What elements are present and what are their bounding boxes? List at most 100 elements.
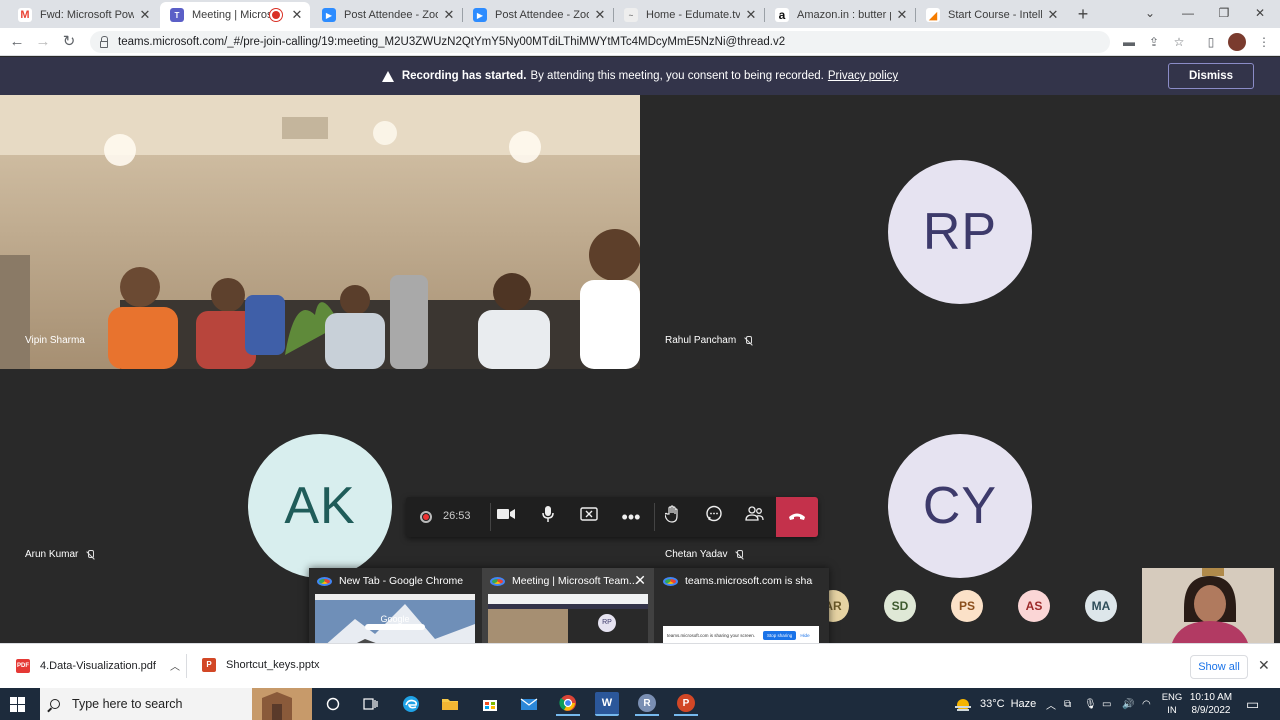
preview-close-icon[interactable]: ✕ bbox=[634, 572, 646, 589]
powerpoint-icon[interactable]: P bbox=[674, 692, 698, 716]
side-panel-icon[interactable]: ▯ bbox=[1203, 34, 1219, 50]
language-indicator[interactable]: ENG IN bbox=[1160, 691, 1184, 717]
battery-icon[interactable]: ▭ bbox=[1102, 688, 1111, 720]
forward-arrow-icon[interactable]: → bbox=[34, 33, 52, 51]
tab-close-icon[interactable]: ✕ bbox=[744, 7, 758, 23]
download-item-shortcut-keys[interactable]: P Shortcut_keys.pptx bbox=[202, 658, 320, 672]
muted-mic-icon bbox=[744, 335, 753, 346]
microsoft-store-icon[interactable] bbox=[478, 692, 502, 716]
muted-mic-icon bbox=[735, 549, 744, 560]
stop-sharing-thumb: Stop sharing bbox=[763, 630, 797, 640]
camera-icon bbox=[497, 509, 515, 519]
call-controls-bar: 26:53 ••• bbox=[406, 497, 818, 537]
chrome-icon bbox=[663, 576, 678, 586]
browser-tab-intellipaat[interactable]: ◢ Start Course - Intellipa ✕ bbox=[916, 2, 1066, 28]
downloads-bar: PDF 4.Data-Visualization.pdf ︿ P Shortcu… bbox=[0, 643, 1280, 688]
banner-bold-text: Recording has started. bbox=[401, 70, 527, 82]
tab-title: Post Attendee - Zoom bbox=[344, 9, 438, 21]
back-arrow-icon[interactable]: ← bbox=[8, 33, 26, 51]
restore-icon[interactable]: ❐ bbox=[1204, 0, 1244, 28]
participant-avatar-ma[interactable]: MA bbox=[1085, 590, 1117, 622]
browser-tab-gmail[interactable]: M Fwd: Microsoft Power P ✕ bbox=[8, 2, 158, 28]
avatar-initials: AS bbox=[1025, 599, 1043, 613]
lock-icon bbox=[100, 35, 108, 48]
dismiss-button[interactable]: Dismiss bbox=[1168, 63, 1254, 89]
windows-taskbar: Type here to search W R P 33°C Haze ︿ ⧉ … bbox=[0, 688, 1280, 720]
participant-avatar-as-2[interactable]: AS bbox=[1018, 590, 1050, 622]
participant-name-text: Rahul Pancham bbox=[665, 335, 737, 346]
raise-hand-button[interactable] bbox=[661, 505, 685, 529]
file-explorer-icon[interactable] bbox=[438, 692, 462, 716]
tab-close-icon[interactable]: ✕ bbox=[138, 7, 152, 23]
tab-title: Fwd: Microsoft Power P bbox=[40, 9, 134, 21]
meet-now-icon[interactable]: ⧉ bbox=[1064, 688, 1071, 720]
show-all-button[interactable]: Show all bbox=[1190, 655, 1248, 679]
network-icon[interactable]: ◠ bbox=[1142, 688, 1151, 720]
profile-avatar[interactable] bbox=[1228, 33, 1246, 51]
browser-tab-amazon[interactable]: a Amazon.in : butter pap ✕ bbox=[765, 2, 915, 28]
download-item-data-visualization[interactable]: PDF 4.Data-Visualization.pdf ︿ bbox=[16, 658, 180, 673]
remote-desktop-icon[interactable]: R bbox=[635, 692, 659, 716]
chevron-up-icon[interactable]: ︿ bbox=[170, 658, 180, 673]
participant-avatar-sd[interactable]: SD bbox=[884, 590, 916, 622]
edge-browser-icon[interactable] bbox=[399, 692, 423, 716]
call-timer: 26:53 bbox=[443, 510, 471, 522]
tab-search-chevron-icon[interactable]: ⌄ bbox=[1130, 0, 1170, 28]
address-bar[interactable]: teams.microsoft.com/_#/pre-join-calling/… bbox=[90, 31, 1110, 53]
share-icon[interactable]: ⇪ bbox=[1146, 34, 1162, 50]
tab-close-icon[interactable]: ✕ bbox=[593, 7, 607, 23]
edumate-icon: ~ bbox=[624, 8, 638, 22]
camera-in-use-icon[interactable]: ▬ bbox=[1121, 34, 1137, 50]
leave-call-button[interactable] bbox=[776, 497, 818, 537]
more-actions-icon[interactable]: ••• bbox=[619, 505, 643, 529]
recording-indicator-icon bbox=[272, 11, 280, 19]
bookmark-star-icon[interactable]: ☆ bbox=[1171, 34, 1187, 50]
tab-close-icon[interactable]: ✕ bbox=[442, 7, 456, 23]
notifications-icon[interactable]: ▭ bbox=[1246, 688, 1259, 720]
browser-tab-zoom-1[interactable]: ▶ Post Attendee - Zoom ✕ bbox=[312, 2, 462, 28]
participant-avatar-ps[interactable]: PS bbox=[951, 590, 983, 622]
video-tile-rahul-pancham[interactable]: RP Rahul Pancham bbox=[640, 95, 1280, 369]
close-downloads-icon[interactable]: ✕ bbox=[1258, 657, 1270, 674]
cortana-circle-icon[interactable] bbox=[321, 692, 345, 716]
taskbar-search-box[interactable]: Type here to search bbox=[40, 688, 312, 720]
tray-chevron-icon[interactable]: ︿ bbox=[1046, 688, 1056, 720]
preview-title: New Tab - Google Chrome bbox=[339, 575, 464, 587]
tab-close-icon[interactable]: ✕ bbox=[895, 7, 909, 23]
amazon-icon: a bbox=[775, 8, 789, 22]
video-tile-vipin-sharma[interactable]: Vipin Sharma bbox=[0, 95, 640, 369]
tab-title: Amazon.in : butter pap bbox=[797, 9, 891, 21]
tab-close-icon[interactable]: ✕ bbox=[290, 7, 304, 23]
chat-button[interactable] bbox=[702, 505, 726, 529]
mail-icon[interactable] bbox=[517, 692, 541, 716]
volume-icon[interactable]: 🔊 bbox=[1122, 688, 1134, 720]
self-view-image bbox=[1142, 568, 1274, 643]
microphone-tray-icon[interactable]: 🎙 bbox=[1084, 688, 1097, 720]
menu-kebab-icon[interactable]: ⋮ bbox=[1256, 34, 1272, 50]
mic-toggle-button[interactable] bbox=[536, 505, 560, 529]
participants-button[interactable] bbox=[743, 505, 767, 529]
new-tab-plus-icon[interactable]: + bbox=[1073, 4, 1093, 24]
word-icon[interactable]: W bbox=[595, 692, 619, 716]
minimize-icon[interactable]: — bbox=[1168, 0, 1208, 28]
chrome-taskbar-icon[interactable] bbox=[556, 692, 580, 716]
task-view-icon[interactable] bbox=[359, 692, 383, 716]
reload-icon[interactable]: ↻ bbox=[60, 33, 78, 51]
share-screen-button[interactable] bbox=[577, 505, 601, 529]
system-clock[interactable]: 10:10 AM 8/9/2022 bbox=[1186, 691, 1236, 717]
windows-start-icon[interactable] bbox=[10, 697, 25, 712]
browser-tab-edumate[interactable]: ~ Home - Edumate.tv ✕ bbox=[614, 2, 764, 28]
avatar-cy: CY bbox=[888, 434, 1032, 578]
close-window-icon[interactable]: ✕ bbox=[1240, 0, 1280, 28]
people-icon bbox=[745, 506, 764, 521]
self-view-video[interactable] bbox=[1142, 568, 1274, 643]
thumb-avatar-rp: RP bbox=[598, 614, 616, 632]
browser-tab-teams-meeting[interactable]: T Meeting | Microso ✕ bbox=[160, 2, 310, 28]
ppt-letter: P bbox=[677, 694, 695, 712]
privacy-policy-link[interactable]: Privacy policy bbox=[828, 70, 898, 82]
weather-widget[interactable]: 33°C Haze bbox=[954, 688, 1036, 720]
camera-toggle-button[interactable] bbox=[494, 505, 518, 529]
download-filename: Shortcut_keys.pptx bbox=[226, 659, 320, 671]
tab-close-icon[interactable]: ✕ bbox=[1046, 7, 1060, 23]
browser-tab-zoom-2[interactable]: ▶ Post Attendee - Zoom ✕ bbox=[463, 2, 613, 28]
